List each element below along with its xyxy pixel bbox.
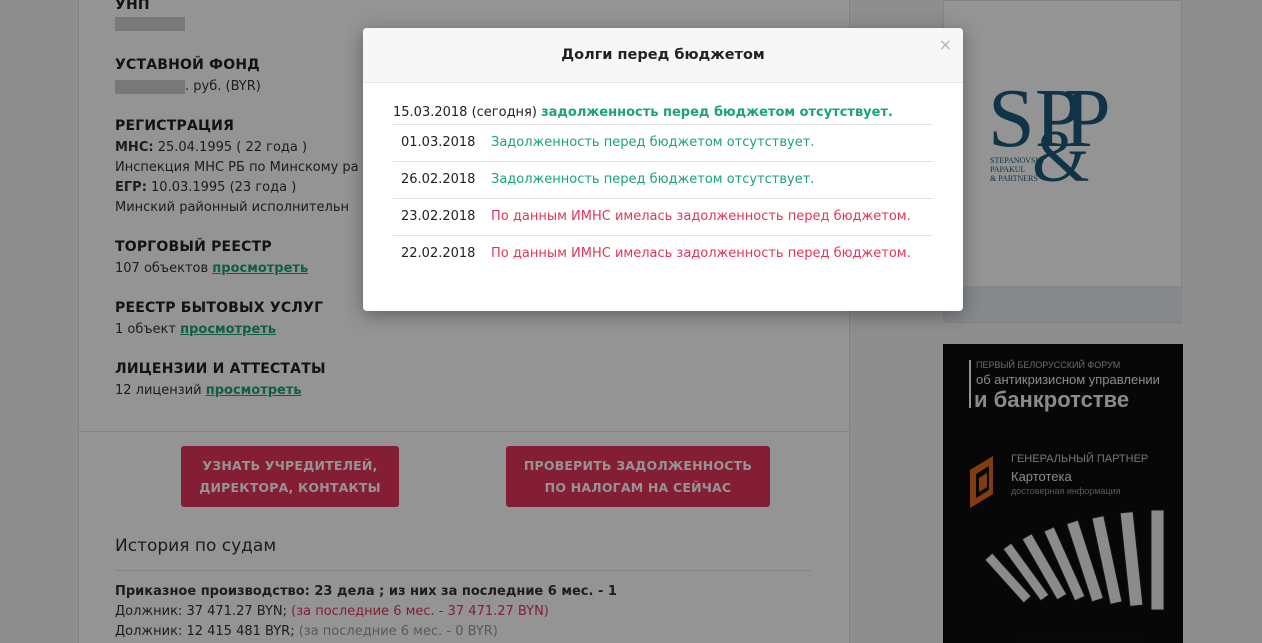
today-status: задолженность перед бюджетом отсутствует…	[541, 105, 893, 120]
today-date: 15.03.2018 (сегодня)	[393, 105, 542, 120]
debt-history-row: 23.02.2018 По данным ИМНС имелась задолж…	[393, 198, 933, 236]
debt-history-row: 01.03.2018 Задолженность перед бюджетом …	[393, 124, 933, 162]
modal-title: Долги перед бюджетом	[561, 47, 765, 63]
row-status: По данным ИМНС имелась задолженность пер…	[491, 246, 911, 261]
row-date: 26.02.2018	[401, 172, 476, 187]
today-status-line: 15.03.2018 (сегодня) задолженность перед…	[393, 105, 893, 120]
row-date: 23.02.2018	[401, 209, 476, 224]
debt-history-row: 22.02.2018 По данным ИМНС имелась задолж…	[393, 235, 933, 273]
row-status: Задолженность перед бюджетом отсутствует…	[491, 135, 815, 150]
modal-header: Долги перед бюджетом ×	[363, 28, 963, 83]
row-date: 22.02.2018	[401, 246, 476, 261]
row-status: Задолженность перед бюджетом отсутствует…	[491, 172, 815, 187]
row-status: По данным ИМНС имелась задолженность пер…	[491, 209, 911, 224]
debt-history-row: 26.02.2018 Задолженность перед бюджетом …	[393, 161, 933, 199]
close-icon[interactable]: ×	[939, 35, 952, 54]
budget-debts-modal: Долги перед бюджетом × 15.03.2018 (сегод…	[363, 28, 963, 311]
row-date: 01.03.2018	[401, 135, 476, 150]
